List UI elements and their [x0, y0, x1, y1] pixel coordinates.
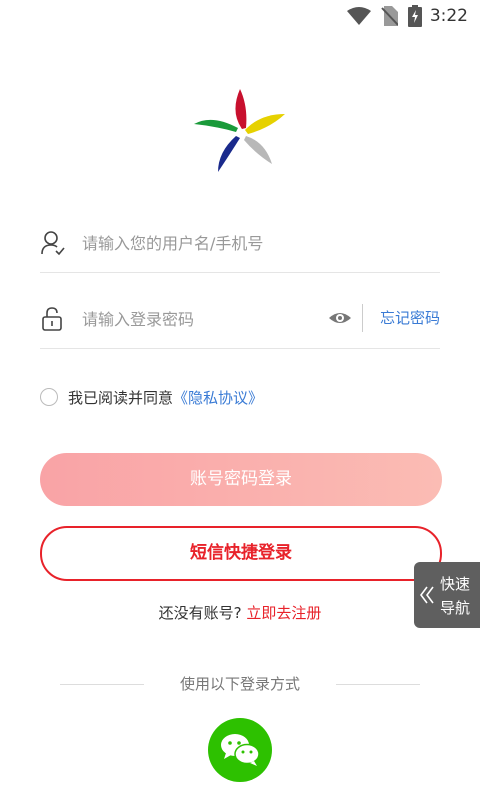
- forgot-password-link[interactable]: 忘记密码: [380, 307, 440, 328]
- agreement-checkbox[interactable]: [40, 388, 58, 406]
- user-icon: [41, 231, 65, 256]
- quick-nav-button[interactable]: 快速 导航: [414, 562, 480, 628]
- quick-nav-label-1: 快速: [440, 575, 471, 593]
- status-time: 3:22: [429, 6, 468, 26]
- privacy-policy-link[interactable]: 《隐私协议》: [173, 389, 263, 407]
- password-login-button[interactable]: 账号密码登录: [40, 453, 442, 506]
- lock-icon: [42, 307, 62, 331]
- other-login-divider: 使用以下登录方式: [60, 672, 420, 696]
- register-row: 还没有账号? 立即去注册: [0, 602, 480, 623]
- divider-line-right: [336, 684, 420, 685]
- battery-icon: [408, 5, 422, 27]
- username-input[interactable]: [80, 212, 324, 274]
- no-sim-icon: [381, 6, 398, 26]
- chevron-left-double-icon: [420, 586, 434, 604]
- divider: [362, 304, 363, 332]
- eye-icon[interactable]: [328, 308, 352, 328]
- password-row: 忘记密码: [40, 288, 440, 350]
- wechat-icon: [221, 734, 260, 766]
- wifi-icon: [347, 7, 371, 25]
- sms-login-button[interactable]: 短信快捷登录: [40, 526, 442, 581]
- password-input[interactable]: [80, 288, 324, 350]
- no-account-text: 还没有账号?: [158, 604, 242, 622]
- agreement-text: 我已阅读并同意: [68, 389, 174, 407]
- username-row: [40, 212, 440, 274]
- register-link[interactable]: 立即去注册: [246, 604, 321, 622]
- wechat-login-button[interactable]: [208, 718, 272, 782]
- quick-nav-label-2: 导航: [440, 599, 471, 617]
- app-logo: [194, 89, 285, 172]
- status-bar: 3:22: [0, 0, 480, 32]
